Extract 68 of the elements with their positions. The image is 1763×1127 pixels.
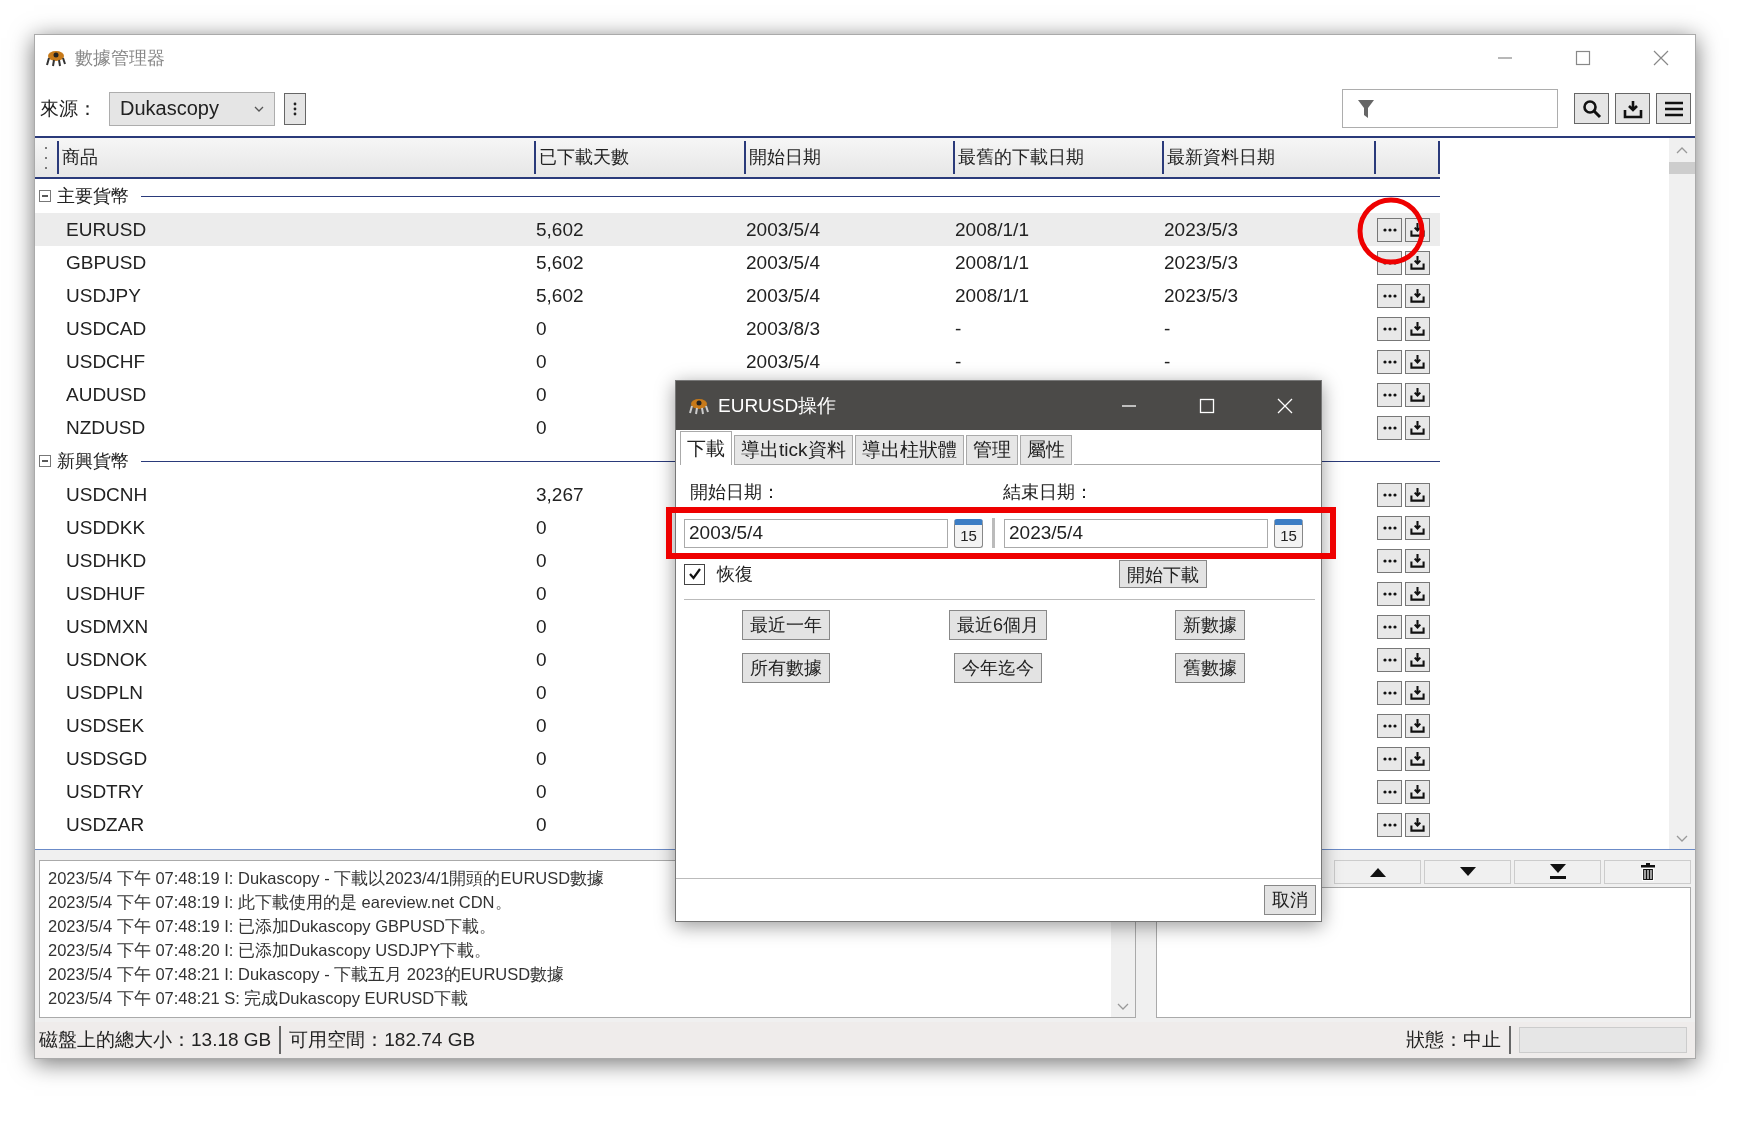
table-cell-text: 2008/1/1	[954, 218, 1029, 241]
log-line: 2023/5/4 下午 07:48:21 S: 完成Dukascopy EURUSD下載	[48, 988, 470, 1009]
table-cell-text: 0	[535, 648, 547, 671]
table-cell-text: USDZAR	[65, 813, 145, 836]
table-cell-text: USDCHF	[65, 350, 146, 373]
table-cell-text: USDNOK	[65, 648, 148, 671]
table-cell-text: 2008/1/1	[954, 284, 1029, 307]
table-cell-text: 2003/5/4	[745, 350, 820, 373]
table-cell-text: 3,267	[535, 483, 584, 506]
table-cell-text: -	[954, 317, 962, 340]
table-cell-text: 0	[535, 383, 547, 406]
table-cell-text: 0	[535, 416, 547, 439]
table-cell-text: EURUSD	[65, 218, 147, 241]
group-label: 主要貨幣	[57, 185, 129, 208]
disk-size-text: 磁盤上的總大小：13.18 GB	[39, 1028, 272, 1052]
table-cell-text: USDDKK	[65, 516, 146, 539]
table-cell-text: USDJPY	[65, 284, 141, 307]
dialog-title: EURUSD操作	[718, 393, 837, 418]
log-line: 2023/5/4 下午 07:48:20 I: 已添加Dukascopy USDJPY下載。	[48, 940, 493, 961]
table-cell-text: 2023/5/3	[1163, 284, 1238, 307]
date-label: 開始日期：	[690, 481, 781, 504]
checkbox-label: 恢復	[717, 563, 753, 586]
table-cell-text: 2003/5/4	[745, 218, 820, 241]
table-cell-text: USDPLN	[65, 681, 144, 704]
table-cell-text: GBPUSD	[65, 251, 147, 274]
table-cell-text: NZDUSD	[65, 416, 146, 439]
table-cell-text: 5,602	[535, 251, 584, 274]
table-cell-text: 2023/5/3	[1163, 218, 1238, 241]
table-cell-text: 0	[535, 681, 547, 704]
log-line: 2023/5/4 下午 07:48:21 I: Dukascopy - 下載五月 2023的EURUSD數據	[48, 964, 566, 985]
log-line: 2023/5/4 下午 07:48:19 I: 已添加Dukascopy GBPUSD下載。	[48, 916, 497, 937]
table-cell-text: USDTRY	[65, 780, 144, 803]
status-text: 狀態：中止	[1406, 1028, 1501, 1052]
table-cell-text: USDMXN	[65, 615, 149, 638]
free-space-text: 可用空間：182.74 GB	[289, 1028, 476, 1052]
table-cell-text: USDSEK	[65, 714, 145, 737]
table-cell-text: 2023/5/3	[1163, 251, 1238, 274]
table-cell-text: 0	[535, 813, 547, 836]
table-cell-text: 0	[535, 317, 547, 340]
table-cell-text: 0	[535, 615, 547, 638]
table-cell-text: 0	[535, 780, 547, 803]
table-cell-text: -	[1163, 350, 1171, 373]
table-cell-text: USDCAD	[65, 317, 147, 340]
table-cell-text: 5,602	[535, 218, 584, 241]
log-line: 2023/5/4 下午 07:48:19 I: Dukascopy - 下載以2023/4/1開頭的EURUSD數據	[48, 868, 606, 889]
log-line: 2023/5/4 下午 07:48:19 I: 此下載使用的是 eareview.net CDN。	[48, 892, 513, 913]
table-cell-text: -	[1163, 317, 1171, 340]
table-cell-text: 2003/5/4	[745, 251, 820, 274]
table-cell-text: 0	[535, 582, 547, 605]
source-label: 來源：	[40, 96, 97, 121]
window-title: 數據管理器	[75, 47, 165, 70]
table-cell-text: USDCNH	[65, 483, 148, 506]
table-cell-text: 2003/5/4	[745, 284, 820, 307]
table-cell-text: 5,602	[535, 284, 584, 307]
table-cell-text: 0	[535, 516, 547, 539]
table-cell-text: USDHUF	[65, 582, 146, 605]
table-cell-text: -	[954, 350, 962, 373]
date-label: 結束日期：	[1002, 481, 1094, 504]
table-cell-text: USDSGD	[65, 747, 148, 770]
table-cell-text: AUDUSD	[65, 383, 147, 406]
table-cell-text: 2003/8/3	[745, 317, 820, 340]
group-label: 新興貨幣	[57, 450, 129, 473]
table-cell-text: 0	[535, 714, 547, 737]
table-cell-text: 0	[535, 549, 547, 572]
table-cell-text: 0	[535, 747, 547, 770]
table-cell-text: 0	[535, 350, 547, 373]
table-cell-text: 2008/1/1	[954, 251, 1029, 274]
table-cell-text: USDHKD	[65, 549, 147, 572]
